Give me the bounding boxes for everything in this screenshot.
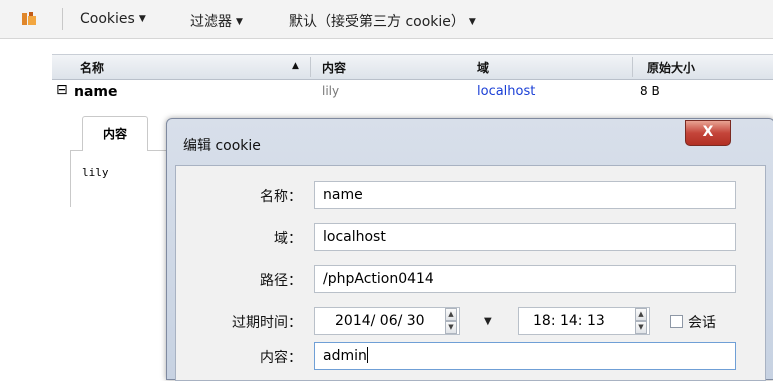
domain-field[interactable]: localhost bbox=[314, 223, 736, 251]
expires-date-field[interactable]: 2014/ 06/ 30 ▲ ▼ bbox=[314, 307, 460, 335]
edit-cookie-dialog: 编辑 cookie X 名称： name 域： localhost 路径： /p… bbox=[166, 118, 773, 381]
cookie-content-cell: lily bbox=[322, 84, 340, 98]
chevron-down-icon: ▼ bbox=[138, 14, 146, 24]
filter-menu-label: 过滤器 bbox=[190, 14, 232, 30]
spin-down-icon[interactable]: ▼ bbox=[635, 321, 647, 334]
expires-time-field[interactable]: 18: 14: 13 ▲ ▼ bbox=[518, 307, 650, 335]
detail-value: lily bbox=[82, 166, 109, 179]
name-field[interactable]: name bbox=[314, 181, 736, 209]
column-header-content[interactable]: 内容 bbox=[322, 59, 346, 76]
date-dropdown-icon[interactable]: ▼ bbox=[484, 316, 492, 327]
column-header-domain[interactable]: 域 bbox=[477, 59, 489, 76]
close-icon: X bbox=[702, 124, 714, 140]
session-checkbox[interactable] bbox=[670, 315, 683, 328]
dialog-body: 名称： name 域： localhost 路径： /phpAction0414… bbox=[175, 165, 766, 381]
spin-up-icon[interactable]: ▲ bbox=[635, 308, 647, 321]
domain-label: 域： bbox=[274, 231, 302, 247]
filter-menu[interactable]: 过滤器 ▼ bbox=[190, 11, 243, 31]
toolbar: Cookies ▼ 过滤器 ▼ 默认（接受第三方 cookie） ▼ bbox=[0, 0, 773, 39]
date-spinner[interactable]: ▲ ▼ bbox=[445, 308, 457, 334]
column-header-name[interactable]: 名称 bbox=[80, 59, 104, 76]
cookies-menu-label: Cookies bbox=[80, 11, 135, 27]
cookies-menu[interactable]: Cookies ▼ bbox=[80, 11, 146, 27]
column-header-raw-size[interactable]: 原始大小 bbox=[647, 59, 695, 76]
column-divider[interactable] bbox=[310, 57, 311, 77]
table-row[interactable]: ⊟ name lily localhost 8 B bbox=[52, 80, 773, 104]
spin-down-icon[interactable]: ▼ bbox=[445, 321, 457, 334]
path-label: 路径： bbox=[260, 273, 302, 289]
policy-menu[interactable]: 默认（接受第三方 cookie） ▼ bbox=[289, 11, 476, 31]
path-field[interactable]: /phpAction0414 bbox=[314, 265, 736, 293]
sort-ascending-icon: ▲ bbox=[292, 61, 299, 71]
tab-content[interactable]: 内容 bbox=[82, 116, 148, 151]
content-value: admin bbox=[323, 348, 367, 364]
column-divider[interactable] bbox=[632, 57, 633, 77]
close-button[interactable]: X bbox=[685, 120, 731, 146]
collapse-icon[interactable]: ⊟ bbox=[56, 82, 68, 98]
dialog-title: 编辑 cookie bbox=[183, 138, 261, 154]
cookie-domain-cell: localhost bbox=[477, 84, 536, 99]
content-label: 内容： bbox=[260, 350, 302, 366]
cookie-table-header: 名称 ▲ 内容 域 原始大小 bbox=[52, 54, 773, 80]
cookie-name-cell: name bbox=[74, 84, 118, 100]
cookie-size-cell: 8 B bbox=[640, 84, 660, 98]
cookie-manager-icon[interactable] bbox=[20, 10, 38, 28]
expires-date-value: 2014/ 06/ 30 bbox=[335, 313, 425, 329]
spin-up-icon[interactable]: ▲ bbox=[445, 308, 457, 321]
chevron-down-icon: ▼ bbox=[468, 17, 476, 27]
time-spinner[interactable]: ▲ ▼ bbox=[635, 308, 647, 334]
chevron-down-icon: ▼ bbox=[236, 17, 243, 27]
toolbar-separator bbox=[62, 8, 63, 30]
expires-label: 过期时间： bbox=[232, 315, 302, 331]
session-label: 会话 bbox=[688, 315, 716, 331]
expires-time-value: 18: 14: 13 bbox=[533, 313, 605, 329]
name-label: 名称： bbox=[260, 189, 302, 205]
policy-menu-label: 默认（接受第三方 cookie） bbox=[289, 14, 465, 30]
text-cursor bbox=[366, 347, 368, 363]
